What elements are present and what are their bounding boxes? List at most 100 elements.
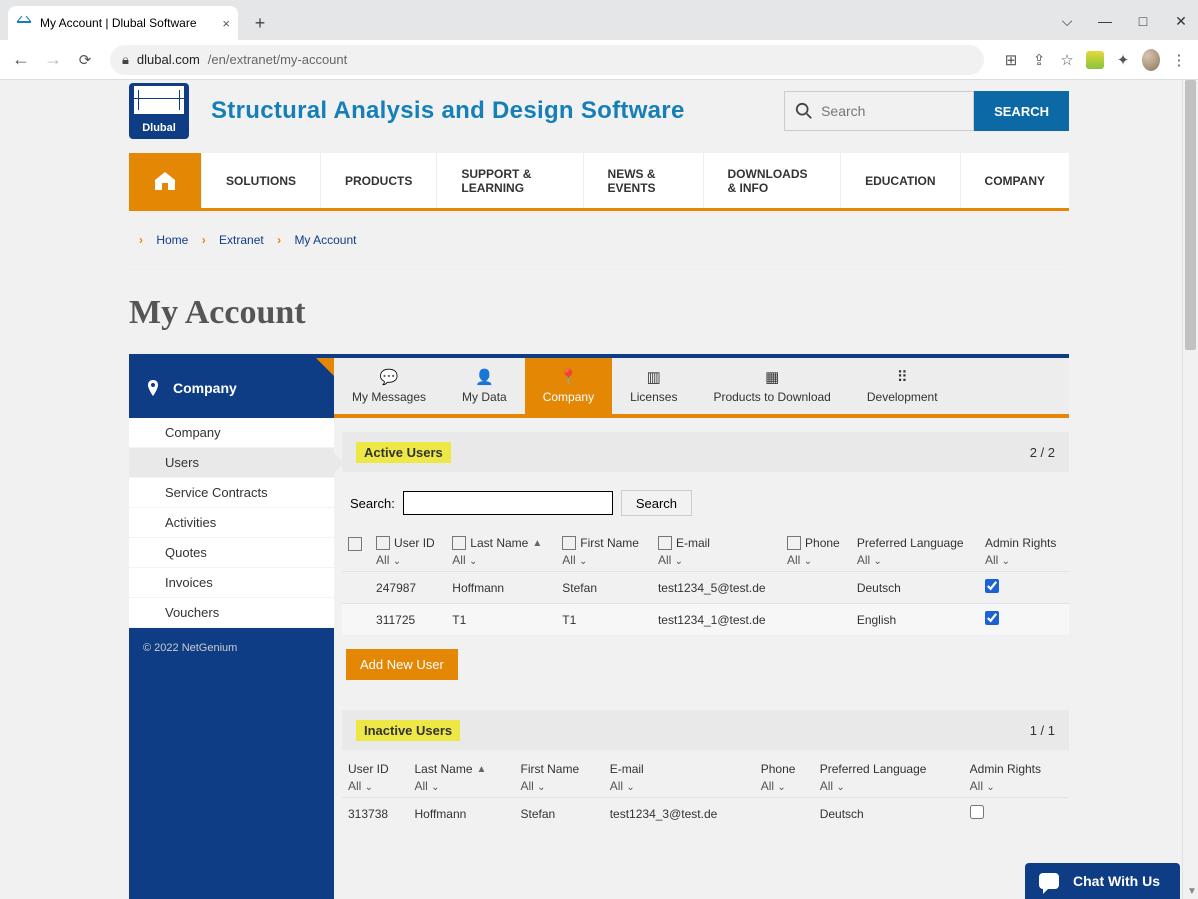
nav-downloads[interactable]: DOWNLOADS & INFO — [704, 153, 842, 208]
maximize-icon[interactable]: □ — [1134, 12, 1152, 30]
close-window-icon[interactable]: ✕ — [1172, 12, 1190, 30]
tab-development[interactable]: ⠿Development — [849, 358, 956, 414]
sidebar-item-quotes[interactable]: Quotes — [129, 538, 334, 568]
table-row[interactable]: 247987HoffmannStefantest1234_5@test.deDe… — [342, 572, 1069, 604]
admin-checkbox[interactable] — [970, 805, 984, 819]
nav-solutions[interactable]: SOLUTIONS — [202, 153, 321, 208]
tab-label: Licenses — [630, 390, 677, 404]
translate-icon[interactable]: ⊞ — [1002, 51, 1020, 69]
col-filter[interactable]: All ⌄ — [658, 553, 775, 567]
col-filter[interactable]: All ⌄ — [562, 553, 646, 567]
crumb-extranet[interactable]: Extranet — [219, 233, 264, 247]
tab-my-data[interactable]: 👤My Data — [444, 358, 525, 414]
site-logo[interactable]: Dlubal — [129, 83, 189, 139]
tab-products-to-download[interactable]: ▦Products to Download — [695, 358, 848, 414]
col-last-name[interactable]: Last Name ▲All ⌄ — [446, 532, 556, 572]
col-label: User ID — [394, 536, 435, 550]
tab-company[interactable]: 📍Company — [525, 358, 612, 414]
col-filter[interactable]: All ⌄ — [348, 779, 403, 793]
nav-home[interactable] — [129, 153, 202, 208]
logo-graphic — [134, 86, 184, 114]
col-filter[interactable]: All ⌄ — [985, 553, 1063, 567]
col-user-id[interactable]: User ID All ⌄ — [370, 532, 446, 572]
dropdown-icon[interactable]: ⌵ — [1058, 12, 1076, 30]
admin-checkbox[interactable] — [985, 579, 999, 593]
col-filter[interactable]: All ⌄ — [820, 779, 958, 793]
crumb-home[interactable]: Home — [156, 233, 188, 247]
extensions-icon[interactable]: ✦ — [1114, 51, 1132, 69]
col-e-mail[interactable]: E-mailAll ⌄ — [652, 532, 781, 572]
bookmark-icon[interactable]: ☆ — [1058, 51, 1076, 69]
sidebar-item-vouchers[interactable]: Vouchers — [129, 598, 334, 628]
nav-support[interactable]: SUPPORT & LEARNING — [437, 153, 583, 208]
col-filter[interactable]: All ⌄ — [761, 779, 808, 793]
scroll-down-icon[interactable]: ▼ — [1187, 886, 1197, 897]
tab-icon: 💬 — [380, 368, 399, 386]
col-filter[interactable]: All ⌄ — [610, 779, 749, 793]
col-user-id[interactable]: User IDAll ⌄ — [342, 758, 409, 798]
col-filter[interactable]: All ⌄ — [857, 553, 973, 567]
users-search-input[interactable] — [403, 491, 613, 515]
profile-avatar[interactable] — [1142, 49, 1160, 71]
col-filter[interactable]: All ⌄ — [787, 553, 845, 567]
table-row[interactable]: 313738HoffmannStefantest1234_3@test.deDe… — [342, 798, 1069, 830]
col-phone[interactable]: PhoneAll ⌄ — [781, 532, 851, 572]
tab-licenses[interactable]: ▥Licenses — [612, 358, 695, 414]
col-phone[interactable]: PhoneAll ⌄ — [755, 758, 814, 798]
col-admin-rights[interactable]: Admin RightsAll ⌄ — [964, 758, 1069, 798]
col-preferred-language[interactable]: Preferred LanguageAll ⌄ — [814, 758, 964, 798]
col-label: Last Name — [470, 536, 528, 550]
back-button[interactable]: ← — [10, 49, 32, 70]
col-filter[interactable]: All ⌄ — [452, 553, 550, 567]
col-filter[interactable]: All ⌄ — [376, 553, 440, 567]
url-input[interactable]: 🔒︎ dlubal.com/en/extranet/my-account — [110, 45, 984, 75]
chat-button[interactable]: Chat With Us — [1025, 863, 1180, 899]
nav-education[interactable]: EDUCATION — [841, 153, 960, 208]
users-search-button[interactable]: Search — [621, 490, 692, 516]
nav-products[interactable]: PRODUCTS — [321, 153, 437, 208]
sidebar-item-service-contracts[interactable]: Service Contracts — [129, 478, 334, 508]
tab-my-messages[interactable]: 💬My Messages — [334, 358, 444, 414]
new-tab-button[interactable]: + — [246, 9, 274, 37]
page-scrollbar[interactable]: ▲ ▼ — [1182, 80, 1198, 899]
col-filter[interactable]: All ⌄ — [970, 779, 1063, 793]
kebab-icon[interactable]: ⋮ — [1170, 51, 1188, 69]
col-e-mail[interactable]: E-mailAll ⌄ — [604, 758, 755, 798]
col-first-name[interactable]: First NameAll ⌄ — [514, 758, 603, 798]
col-preferred-language[interactable]: Preferred LanguageAll ⌄ — [851, 532, 979, 572]
close-icon[interactable]: × — [222, 16, 230, 31]
main-nav: SOLUTIONS PRODUCTS SUPPORT & LEARNING NE… — [129, 153, 1069, 211]
url-path: /en/extranet/my-account — [208, 52, 347, 67]
sidebar-item-company[interactable]: Company — [129, 418, 334, 448]
nav-company[interactable]: COMPANY — [961, 153, 1069, 208]
admin-checkbox[interactable] — [985, 611, 999, 625]
filter-checkbox[interactable] — [787, 536, 801, 550]
add-user-button[interactable]: Add New User — [346, 649, 458, 680]
col-admin-rights[interactable]: Admin RightsAll ⌄ — [979, 532, 1069, 572]
sidebar-item-invoices[interactable]: Invoices — [129, 568, 334, 598]
filter-checkbox[interactable] — [376, 536, 390, 550]
col-first-name[interactable]: First NameAll ⌄ — [556, 532, 652, 572]
table-row[interactable]: 311725T1T1test1234_1@test.deEnglish — [342, 604, 1069, 636]
site-search-button[interactable]: SEARCH — [974, 91, 1069, 131]
col-filter[interactable]: All ⌄ — [520, 779, 597, 793]
col-last-name[interactable]: Last Name ▲All ⌄ — [409, 758, 515, 798]
sidebar-item-users[interactable]: Users — [129, 448, 334, 478]
reload-button[interactable]: ⟳ — [74, 51, 96, 69]
minimize-icon[interactable]: — — [1096, 12, 1114, 30]
sidebar-item-activities[interactable]: Activities — [129, 508, 334, 538]
filter-checkbox[interactable] — [452, 536, 466, 550]
col-filter[interactable]: All ⌄ — [415, 779, 509, 793]
share-icon[interactable]: ⇪ — [1030, 51, 1048, 69]
nav-news[interactable]: NEWS & EVENTS — [584, 153, 704, 208]
filter-checkbox[interactable] — [562, 536, 576, 550]
cell-first_name: Stefan — [556, 572, 652, 604]
extension-icon[interactable] — [1086, 51, 1104, 69]
filter-checkbox[interactable] — [658, 536, 672, 550]
select-all-checkbox[interactable] — [348, 537, 362, 551]
site-search-input[interactable]: Search — [784, 91, 974, 131]
scrollbar-thumb[interactable] — [1185, 80, 1196, 350]
browser-tab[interactable]: My Account | Dlubal Software × — [8, 6, 238, 40]
chevron-down-icon: ⌄ — [431, 782, 439, 793]
cell-user_id: 311725 — [370, 604, 446, 636]
